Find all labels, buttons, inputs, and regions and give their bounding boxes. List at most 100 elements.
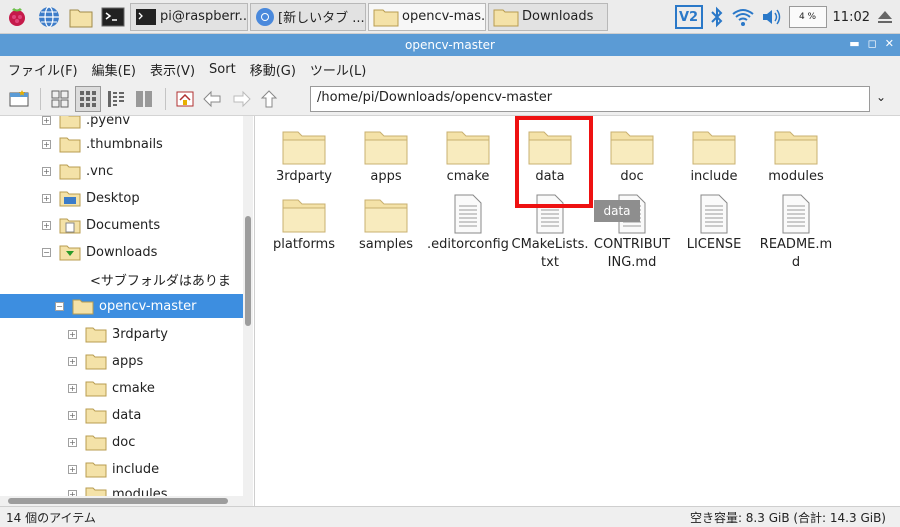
large-icons-icon [51,90,69,107]
forward-button[interactable] [228,86,254,112]
file-item[interactable]: .editorconfig [426,194,510,254]
expand-icon[interactable]: + [68,410,77,420]
expand-icon[interactable]: + [42,139,51,149]
status-bar: 14 個のアイテム 空き容量: 8.3 GiB (合計: 14.3 GiB) [0,506,900,527]
menu-file[interactable]: ファイル(F) [8,60,78,79]
up-button[interactable] [256,86,282,112]
tree-item[interactable]: + cmake [68,376,155,400]
text-file-icon [454,194,482,234]
folder-item[interactable]: include [672,126,756,186]
maximize-icon[interactable]: ◻ [868,37,877,50]
tree-item[interactable]: + Documents [42,213,160,237]
task-opencv-master[interactable]: opencv-mas... [368,2,486,31]
tree-item[interactable]: + Desktop [42,186,140,210]
collapse-icon[interactable]: − [42,247,51,257]
folder-icon [85,354,107,370]
menu-sort[interactable]: Sort [209,62,236,77]
close-icon[interactable]: ✕ [885,37,894,50]
file-label: apps [370,169,402,184]
no-subfolder-label: <サブフォルダはありま [90,273,231,289]
sidebar-horizontal-scrollbar[interactable] [0,496,243,506]
detail-view-button[interactable] [131,86,157,112]
minimize-icon[interactable]: ▬ [849,37,859,50]
home-button[interactable] [172,86,198,112]
tree-item[interactable]: + .thumbnails [42,132,163,156]
menu-view[interactable]: 表示(V) [150,60,195,79]
folder-icon [692,131,736,165]
task-downloads[interactable]: Downloads [488,2,608,31]
tree-item[interactable]: + include [68,457,159,481]
tooltip: data [594,200,640,222]
file-label: LICENSE [686,237,742,252]
file-label: platforms [272,237,335,252]
clock[interactable]: 11:02 [833,10,870,25]
folder-item[interactable]: platforms [262,194,346,254]
menu-edit[interactable]: 編集(E) [92,60,136,79]
task-browser[interactable]: [新しいタブ ... [250,2,366,31]
folder-item[interactable]: doc [590,126,674,186]
tree-item[interactable]: − Downloads [42,240,157,264]
scrollbar-thumb[interactable] [8,498,228,504]
tree-item[interactable]: + apps [68,349,143,373]
tree-item[interactable]: + .pyenv [42,116,130,132]
expand-icon[interactable]: + [68,437,77,447]
sidebar-vertical-scrollbar[interactable] [243,116,253,506]
icon-view-button[interactable] [47,86,73,112]
folder-item[interactable]: cmake [426,126,510,186]
folder-item[interactable]: samples [344,194,428,254]
collapse-icon[interactable]: − [55,301,64,311]
tree-item[interactable]: + data [68,403,141,427]
folder-item[interactable]: apps [344,126,428,186]
tree-item-label: .vnc [86,163,114,179]
web-browser-icon[interactable] [34,2,64,32]
window-title-bar[interactable]: opencv-master ▬ ◻ ✕ [0,34,900,56]
terminal-icon [136,8,156,25]
scrollbar-thumb[interactable] [245,216,251,326]
folder-item[interactable]: 3rdparty [262,126,346,186]
bluetooth-icon[interactable] [709,6,725,28]
file-view: 3rdparty apps cmake data doc include mod… [256,116,900,506]
tree-item[interactable]: + 3rdparty [68,322,168,346]
back-button[interactable] [200,86,226,112]
toolbar-separator [165,87,166,110]
file-item[interactable]: README.m d [754,194,838,272]
menu-tools[interactable]: ツール(L) [310,60,366,79]
new-tab-button[interactable] [6,86,32,112]
task-terminal[interactable]: pi@raspberr... [130,2,248,31]
cpu-usage-label: 4 % [798,12,817,22]
item-count: 14 個のアイテム [6,510,96,525]
tree-item[interactable]: + doc [68,430,135,454]
expand-icon[interactable]: + [68,464,77,474]
thumbnail-view-button[interactable] [75,85,101,112]
expand-icon[interactable]: + [42,116,51,125]
terminal-icon[interactable] [98,2,128,32]
compact-view-button[interactable] [103,86,129,112]
expand-icon[interactable]: + [42,220,51,230]
file-item[interactable]: LICENSE [672,194,756,254]
cpu-monitor[interactable]: 4 % [788,6,827,28]
new-window-icon [9,89,29,106]
folder-icon [373,9,399,26]
raspberry-menu-icon[interactable] [2,2,32,32]
wifi-icon[interactable] [731,7,755,27]
expand-icon[interactable]: + [42,166,51,176]
expand-icon[interactable]: + [42,193,51,203]
volume-icon[interactable] [761,7,783,27]
expand-icon[interactable]: + [68,383,77,393]
chevron-down-icon[interactable]: ⌄ [876,90,886,104]
tree-item-label: include [112,461,160,477]
eject-icon[interactable] [876,8,894,26]
vnc-icon[interactable]: V2 [674,5,703,29]
expand-icon[interactable]: + [68,329,77,339]
address-bar[interactable]: /home/pi/Downloads/opencv-master [310,86,870,112]
expand-icon[interactable]: + [68,356,77,366]
folder-icon [364,199,408,233]
folder-item[interactable]: modules [754,126,838,186]
tree-item-label: opencv-master [99,298,197,314]
tree-item-selected[interactable]: − opencv-master [0,294,243,318]
folder-icon [85,381,107,397]
file-manager-icon[interactable] [66,2,96,32]
detail-list-icon [136,90,152,107]
menu-go[interactable]: 移動(G) [250,60,296,79]
tree-item[interactable]: + .vnc [42,159,113,183]
